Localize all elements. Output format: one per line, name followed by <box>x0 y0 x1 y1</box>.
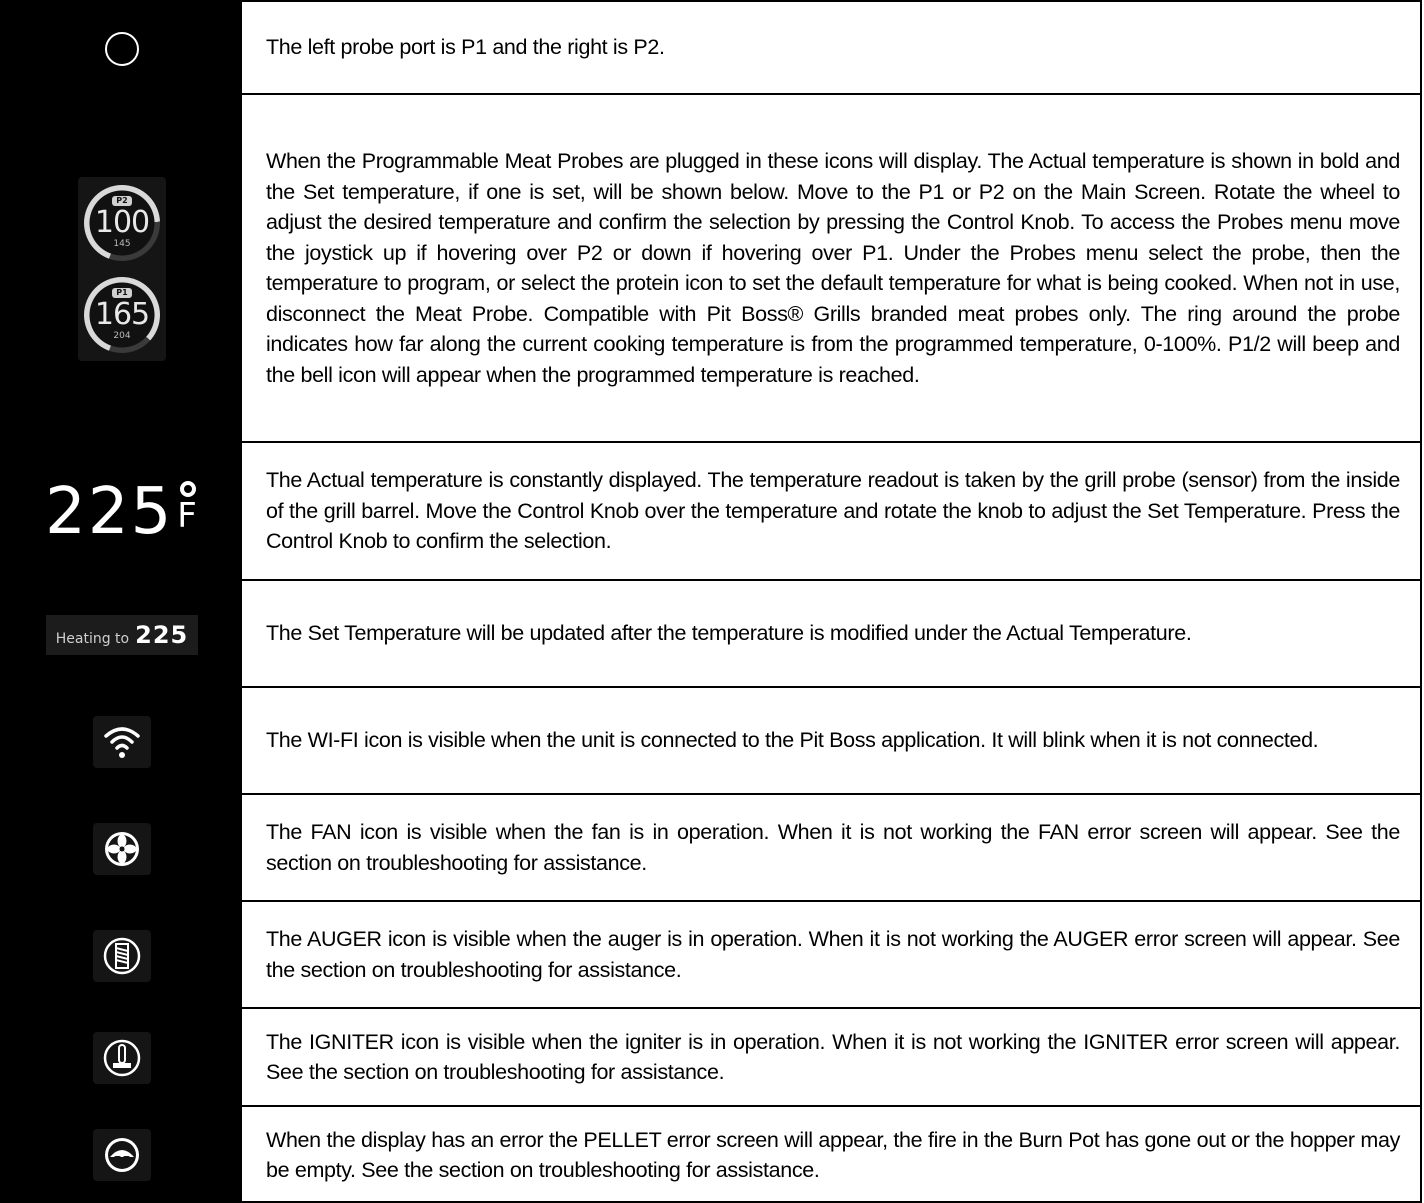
meat-probe-icons: P2 100 145 P1 165 204 <box>78 177 166 361</box>
description-cell: The IGNITER icon is visible when the ign… <box>242 1009 1420 1107</box>
icon-cell: Heating to 225 <box>2 581 242 688</box>
icon-cell <box>2 688 242 795</box>
description-text: The left probe port is P1 and the right … <box>266 35 665 60</box>
pellet-icon <box>93 1129 151 1181</box>
description-text: When the Programmable Meat Probes are pl… <box>266 149 1400 387</box>
table-row: Heating to 225 The Set Temperature will … <box>2 581 1420 688</box>
icon-cell <box>2 795 242 902</box>
probe-actual-temp: 100 <box>94 205 150 240</box>
description-cell: The FAN icon is visible when the fan is … <box>242 795 1420 902</box>
icon-cell: 225 F <box>2 443 242 581</box>
probe-set-temp: 145 <box>113 239 131 249</box>
degree-icon <box>180 481 197 497</box>
probe-actual-temp: 165 <box>94 297 150 332</box>
description-cell: When the display has an error the PELLET… <box>242 1107 1420 1203</box>
temp-unit: F <box>177 475 199 533</box>
icon-cell <box>2 1009 242 1107</box>
icon-cell <box>2 2 242 95</box>
heating-value: 225 <box>135 620 189 649</box>
table-row: The FAN icon is visible when the fan is … <box>2 795 1420 902</box>
set-temperature-display: Heating to 225 <box>45 614 199 655</box>
feature-table: The left probe port is P1 and the right … <box>0 0 1422 1203</box>
description-text: When the display has an error the PELLET… <box>266 1127 1400 1183</box>
table-row: 225 F The Actual temperature is constant… <box>2 443 1420 581</box>
description-text: The Set Temperature will be updated afte… <box>266 621 1192 646</box>
igniter-icon <box>93 1032 151 1084</box>
icon-cell: P2 100 145 P1 165 204 <box>2 95 242 443</box>
description-text: The IGNITER icon is visible when the ign… <box>266 1029 1400 1085</box>
description-text: The AUGER icon is visible when the auger… <box>266 927 1400 982</box>
temp-unit-letter: F <box>177 496 199 536</box>
fan-icon <box>93 822 151 875</box>
circle-icon <box>105 31 139 66</box>
description-cell: The AUGER icon is visible when the auger… <box>242 902 1420 1009</box>
actual-temp-value: 225 <box>45 475 174 549</box>
description-cell: The Set Temperature will be updated afte… <box>242 581 1420 688</box>
actual-temperature-display: 225 F <box>45 475 199 549</box>
icon-cell <box>2 1107 242 1203</box>
probe-p1-icon: P1 165 204 <box>84 277 160 353</box>
description-cell: The WI-FI icon is visible when the unit … <box>242 688 1420 795</box>
table-row: The WI-FI icon is visible when the unit … <box>2 688 1420 795</box>
description-text: The FAN icon is visible when the fan is … <box>266 820 1400 875</box>
probe-p2-icon: P2 100 145 <box>84 185 160 261</box>
auger-icon <box>93 929 151 982</box>
wifi-icon <box>93 715 151 768</box>
probe-set-temp: 204 <box>113 331 131 341</box>
description-text: The Actual temperature is constantly dis… <box>266 468 1400 554</box>
description-cell: The left probe port is P1 and the right … <box>242 2 1420 95</box>
table-row: When the display has an error the PELLET… <box>2 1107 1420 1203</box>
description-text: The WI-FI icon is visible when the unit … <box>266 728 1319 753</box>
table-row: P2 100 145 P1 165 204 When the Programma… <box>2 95 1420 443</box>
description-cell: When the Programmable Meat Probes are pl… <box>242 95 1420 443</box>
table-row: The left probe port is P1 and the right … <box>2 2 1420 95</box>
description-cell: The Actual temperature is constantly dis… <box>242 443 1420 581</box>
heating-label: Heating to <box>55 630 130 647</box>
icon-cell <box>2 902 242 1009</box>
table-row: The IGNITER icon is visible when the ign… <box>2 1009 1420 1107</box>
table-row: The AUGER icon is visible when the auger… <box>2 902 1420 1009</box>
